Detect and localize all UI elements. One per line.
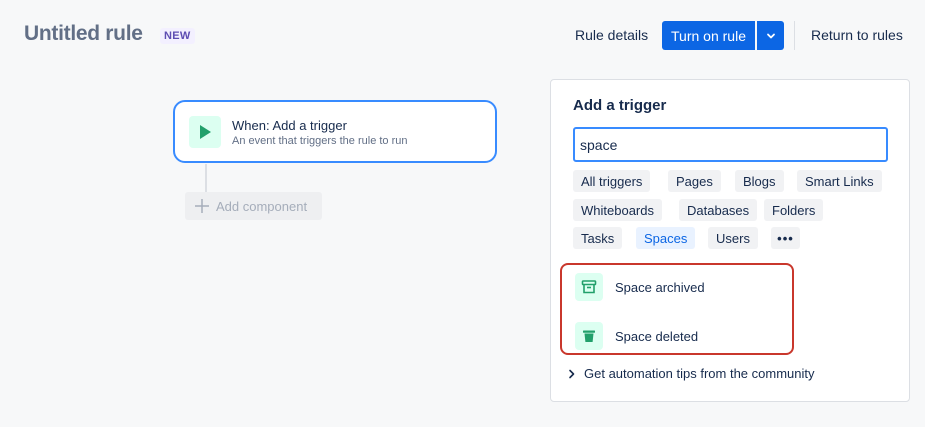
turn-on-rule-dropdown[interactable] bbox=[757, 21, 784, 50]
archive-icon bbox=[575, 273, 603, 301]
connector-line bbox=[205, 164, 207, 192]
chevron-down-icon bbox=[766, 33, 775, 38]
trigger-title: When: Add a trigger bbox=[232, 118, 347, 133]
chip-whiteboards[interactable]: Whiteboards bbox=[573, 199, 662, 221]
chevron-right-icon bbox=[569, 369, 575, 378]
chip-spaces[interactable]: Spaces bbox=[636, 227, 696, 249]
trigger-card[interactable]: When: Add a trigger An event that trigge… bbox=[173, 100, 497, 163]
trash-icon bbox=[575, 322, 603, 350]
plus-icon bbox=[195, 199, 209, 213]
chip-tasks[interactable]: Tasks bbox=[573, 227, 623, 249]
result-space-archived[interactable]: Space archived bbox=[575, 272, 785, 302]
chip-folders[interactable]: Folders bbox=[764, 199, 824, 221]
page-title: Untitled rule bbox=[24, 22, 143, 45]
panel-title: Add a trigger bbox=[573, 97, 667, 114]
tips-label: Get automation tips from the community bbox=[584, 366, 815, 381]
chip-smart-links[interactable]: Smart Links bbox=[797, 170, 882, 192]
trigger-search-input[interactable] bbox=[573, 127, 888, 162]
return-to-rules-button[interactable]: Return to rules bbox=[811, 27, 903, 43]
add-component-button[interactable]: Add component bbox=[185, 192, 322, 220]
play-icon bbox=[189, 116, 221, 148]
turn-on-rule-button[interactable]: Turn on rule bbox=[662, 21, 755, 50]
rule-details-button[interactable]: Rule details bbox=[575, 27, 648, 43]
header-divider bbox=[794, 21, 795, 50]
result-space-deleted[interactable]: Space deleted bbox=[575, 321, 785, 351]
chip-blogs[interactable]: Blogs bbox=[735, 170, 784, 192]
trigger-subtitle: An event that triggers the rule to run bbox=[232, 135, 408, 147]
new-badge: NEW bbox=[160, 28, 195, 44]
chip-more-button[interactable]: ••• bbox=[771, 227, 800, 249]
chip-databases[interactable]: Databases bbox=[679, 199, 758, 221]
automation-tips-link[interactable]: Get automation tips from the community bbox=[568, 366, 814, 381]
add-component-label: Add component bbox=[216, 198, 308, 214]
result-label: Space archived bbox=[615, 279, 705, 295]
chip-pages[interactable]: Pages bbox=[668, 170, 721, 192]
chip-users[interactable]: Users bbox=[708, 227, 758, 249]
result-label: Space deleted bbox=[615, 328, 699, 344]
chip-all-triggers[interactable]: All triggers bbox=[573, 170, 651, 192]
results-highlight: Space archived Space deleted bbox=[560, 263, 794, 355]
add-trigger-panel: Add a trigger All triggers Pages Blogs S… bbox=[550, 79, 910, 402]
